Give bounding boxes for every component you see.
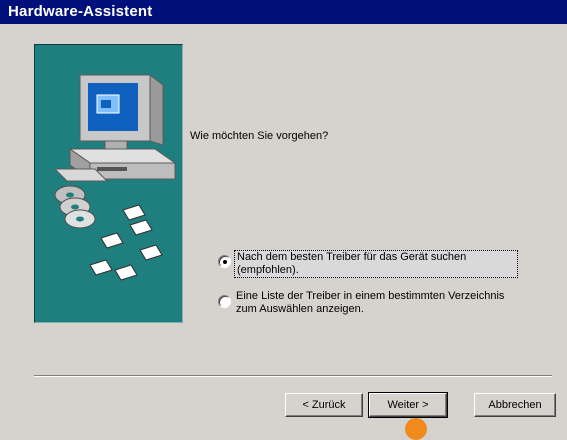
cancel-button-label: Abbrechen <box>488 399 542 411</box>
option-best-driver-label: Nach dem besten Treiber für das Gerät su… <box>234 250 518 278</box>
radio-button-unchecked[interactable] <box>218 295 231 308</box>
computer-with-cds-and-disks-icon <box>53 73 177 281</box>
button-separator <box>34 375 552 377</box>
wizard-illustration <box>34 44 183 323</box>
click-indicator-dot <box>405 418 427 440</box>
wizard-question: Wie möchten Sie vorgehen? <box>190 130 329 142</box>
next-button[interactable]: Weiter > <box>368 392 448 418</box>
window-title: Hardware-Assistent <box>8 3 153 20</box>
radio-dot-icon <box>222 259 227 264</box>
cancel-button[interactable]: Abbrechen <box>474 393 556 417</box>
title-bar[interactable]: Hardware-Assistent <box>0 0 567 24</box>
radio-button-checked[interactable] <box>218 255 231 268</box>
back-button[interactable]: < Zurück <box>285 393 363 417</box>
back-button-label: < Zurück <box>302 399 346 411</box>
next-button-label: Weiter > <box>387 399 429 411</box>
option-driver-list-label: Eine Liste der Treiber in einem bestimmt… <box>236 290 505 315</box>
